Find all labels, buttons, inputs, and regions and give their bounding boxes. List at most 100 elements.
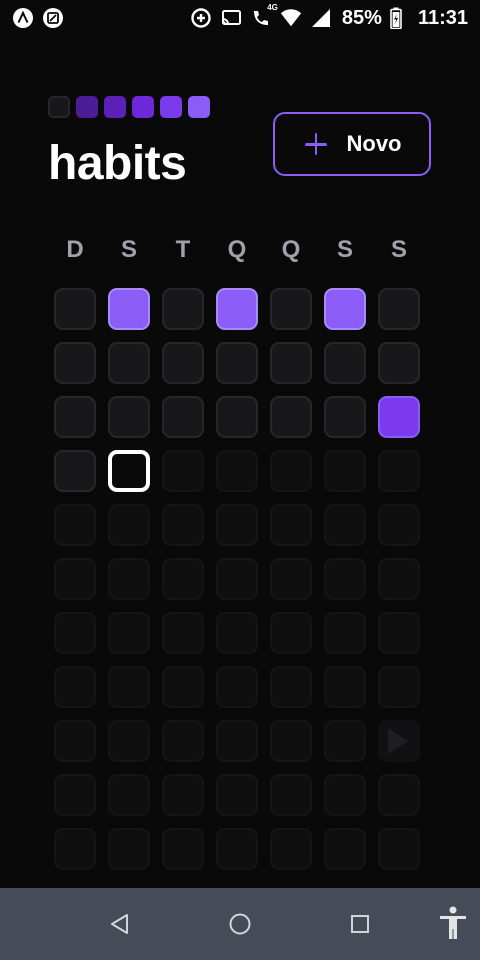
day-cell[interactable] [54, 342, 96, 384]
day-cell[interactable] [324, 828, 366, 870]
accessibility-icon[interactable] [438, 906, 468, 940]
logo-square [76, 96, 98, 118]
status-right: 4G 85% 11:31 [190, 3, 468, 30]
day-cell[interactable] [54, 504, 96, 546]
back-icon[interactable] [106, 910, 134, 938]
day-cell[interactable] [324, 450, 366, 492]
day-cell[interactable] [378, 828, 420, 870]
day-cell[interactable] [324, 720, 366, 762]
day-cell[interactable] [324, 342, 366, 384]
day-cell[interactable] [324, 774, 366, 816]
logo-square [188, 96, 210, 118]
weekday-label: S [120, 236, 137, 263]
day-cell[interactable] [54, 558, 96, 600]
logo-square [104, 96, 126, 118]
day-cell[interactable] [162, 828, 204, 870]
day-cell[interactable] [216, 450, 258, 492]
day-cell[interactable] [162, 666, 204, 708]
day-cell[interactable] [162, 450, 204, 492]
day-cell[interactable] [108, 666, 150, 708]
day-cell[interactable] [324, 612, 366, 654]
day-cell[interactable] [216, 666, 258, 708]
day-cell[interactable] [270, 288, 312, 330]
home-icon[interactable] [226, 910, 254, 938]
day-cell[interactable] [324, 288, 366, 330]
day-cell[interactable] [162, 288, 204, 330]
day-cell[interactable] [216, 720, 258, 762]
app-screenshot-icon [42, 7, 64, 29]
day-cell[interactable] [108, 504, 150, 546]
weekday-label: T [175, 236, 191, 263]
day-cell[interactable] [378, 612, 420, 654]
weekday-label: D [66, 236, 84, 263]
day-cell[interactable] [108, 774, 150, 816]
day-cell[interactable] [54, 450, 96, 492]
day-cell[interactable] [270, 666, 312, 708]
day-cell[interactable] [108, 342, 150, 384]
day-cell[interactable] [270, 450, 312, 492]
recents-icon[interactable] [346, 910, 374, 938]
day-cell[interactable] [216, 612, 258, 654]
new-habit-button[interactable]: Novo [273, 112, 431, 176]
day-cell[interactable] [270, 504, 312, 546]
day-cell[interactable] [378, 342, 420, 384]
day-cell[interactable] [216, 504, 258, 546]
day-cell[interactable] [108, 288, 150, 330]
day-cell[interactable] [108, 720, 150, 762]
day-cell[interactable] [378, 504, 420, 546]
status-left [12, 7, 64, 29]
day-cell[interactable] [162, 504, 204, 546]
day-cell[interactable] [108, 828, 150, 870]
day-cell[interactable] [216, 288, 258, 330]
day-cell[interactable] [378, 666, 420, 708]
new-habit-button-label: Novo [346, 131, 402, 156]
day-cell[interactable] [216, 558, 258, 600]
day-cell[interactable] [270, 828, 312, 870]
day-cell[interactable] [378, 450, 420, 492]
day-cell[interactable] [54, 396, 96, 438]
day-cell[interactable] [324, 504, 366, 546]
day-cell[interactable] [54, 288, 96, 330]
day-cell-today[interactable] [108, 450, 150, 492]
day-cell[interactable] [216, 396, 258, 438]
day-cell[interactable] [378, 558, 420, 600]
day-cell[interactable] [270, 774, 312, 816]
wifi-icon [280, 7, 302, 29]
day-cell[interactable] [108, 612, 150, 654]
day-cell[interactable] [162, 774, 204, 816]
app-logo [48, 96, 210, 118]
day-cell[interactable] [324, 396, 366, 438]
day-cell[interactable] [162, 396, 204, 438]
day-cell[interactable] [378, 774, 420, 816]
plus-icon [303, 131, 329, 157]
day-cell[interactable] [216, 828, 258, 870]
day-cell[interactable] [108, 558, 150, 600]
logo-square [48, 96, 70, 118]
day-cell[interactable] [270, 558, 312, 600]
day-cell[interactable] [108, 396, 150, 438]
day-cell[interactable] [162, 720, 204, 762]
day-cell[interactable] [270, 396, 312, 438]
day-cell[interactable] [324, 558, 366, 600]
day-cell[interactable] [270, 612, 312, 654]
weekday-header: D S T Q Q S S [54, 232, 432, 268]
day-cell[interactable] [216, 342, 258, 384]
day-cell[interactable] [162, 612, 204, 654]
day-cell[interactable] [54, 666, 96, 708]
day-cell[interactable] [378, 288, 420, 330]
day-cell[interactable] [54, 828, 96, 870]
day-cell[interactable] [324, 666, 366, 708]
day-cell[interactable] [270, 720, 312, 762]
day-cell[interactable] [162, 342, 204, 384]
status-bar: 4G 85% 11:31 [0, 0, 480, 36]
day-cell[interactable] [54, 774, 96, 816]
day-cell[interactable] [378, 396, 420, 438]
day-cell[interactable] [216, 774, 258, 816]
logo-square [132, 96, 154, 118]
day-cell[interactable] [54, 720, 96, 762]
day-cell[interactable] [270, 342, 312, 384]
day-cell[interactable] [54, 612, 96, 654]
day-cell[interactable] [162, 558, 204, 600]
weekday-label: Q [227, 236, 247, 263]
signal-icon [310, 7, 332, 29]
